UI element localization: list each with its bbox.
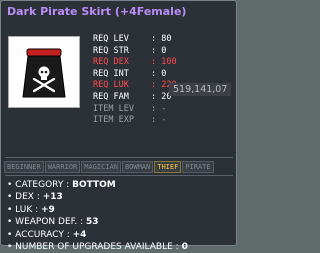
requirement-label: ITEM EXP [93,115,134,126]
job-tag-thief: THIEF [154,161,182,173]
stat-value: +4 [72,229,87,240]
requirement-row: ITEM EXP : - [93,115,177,127]
job-tag-warrior: WARRIOR [44,161,81,173]
stat-value: 53 [86,217,99,228]
item-tooltip: Dark Pirate Skirt (+4Female) REQ LEV : 80… [0,0,237,252]
item-title: Dark Pirate Skirt (+4Female) [7,5,187,18]
requirement-row: REQ DEX : 100 [93,57,177,69]
requirement-value: : 100 [151,57,177,68]
stat-label: • NUMBER OF UPGRADES AVAILABLE : [7,242,179,253]
job-tag-beginner: BEGINNER [4,161,44,173]
background-number-readout: 519,141,07 [169,83,232,96]
stat-value: +9 [41,204,55,215]
item-stats: • CATEGORY : BOTTOM • DEX : +13 • LUK : +9… [7,179,188,253]
item-icon-box [8,36,80,108]
requirements-list: REQ LEV: 80 REQ STR: 0 REQ DEX: 100 REQ INT… [93,34,177,127]
stat-value: 0 [181,242,188,253]
requirement-label: REQ LUK [93,80,129,91]
stat-label: • WEAPON DEF. : [7,217,84,228]
skull-crossbones-skirt-icon [22,48,66,98]
requirement-label: ITEM LEV [93,103,134,114]
divider [5,175,233,176]
stat-label: • LUK : [7,204,39,215]
requirement-label: REQ LEV [93,34,129,44]
stat-row: • NUMBER OF UPGRADES AVAILABLE : 0 [7,241,188,253]
stat-row: • CATEGORY : BOTTOM [7,179,188,191]
requirement-value: : 0 [151,68,167,79]
stat-row: • DEX : +13 [7,191,188,203]
requirement-row: ITEM LEV : - [93,104,177,116]
requirement-label: REQ FAM [93,91,129,102]
stat-row: • LUK : +9 [7,204,188,216]
requirement-value: : 0 [151,45,167,56]
requirement-label: REQ STR [93,45,129,56]
job-tag-bowman: BOWMAN [121,161,154,173]
stat-label: • CATEGORY : [7,180,70,190]
stat-label: • DEX : [7,192,40,203]
stat-value: +13 [42,192,63,203]
requirement-label: REQ INT [93,68,129,79]
requirement-row: REQ STR : 0 [93,46,177,58]
stat-label: • ACCURACY : [7,229,70,240]
job-tag-magician: MAGICIAN [81,161,121,173]
requirement-row: REQ FAM: 20 [93,92,177,104]
requirement-label: REQ DEX [93,57,129,68]
requirement-row: REQ LEV : 80 [93,34,177,46]
divider [5,157,233,158]
requirement-row: REQ INT : 0 [93,69,177,81]
stat-row: • WEAPON DEF. : 53 [7,216,188,228]
job-tag-pirate: PIRATE [182,161,214,173]
requirement-value: : - [151,103,167,114]
requirement-row: REQ LUK: 220 [93,80,177,92]
requirement-value: : 80 [151,34,172,44]
stat-value: BOTTOM [72,180,116,190]
job-requirements: BEGINNER WARRIOR MAGICIAN BOWMAN THIEF PIRATE [4,161,215,173]
requirement-value: : - [151,115,167,126]
stat-row: • ACCURACY : +4 [7,229,188,241]
